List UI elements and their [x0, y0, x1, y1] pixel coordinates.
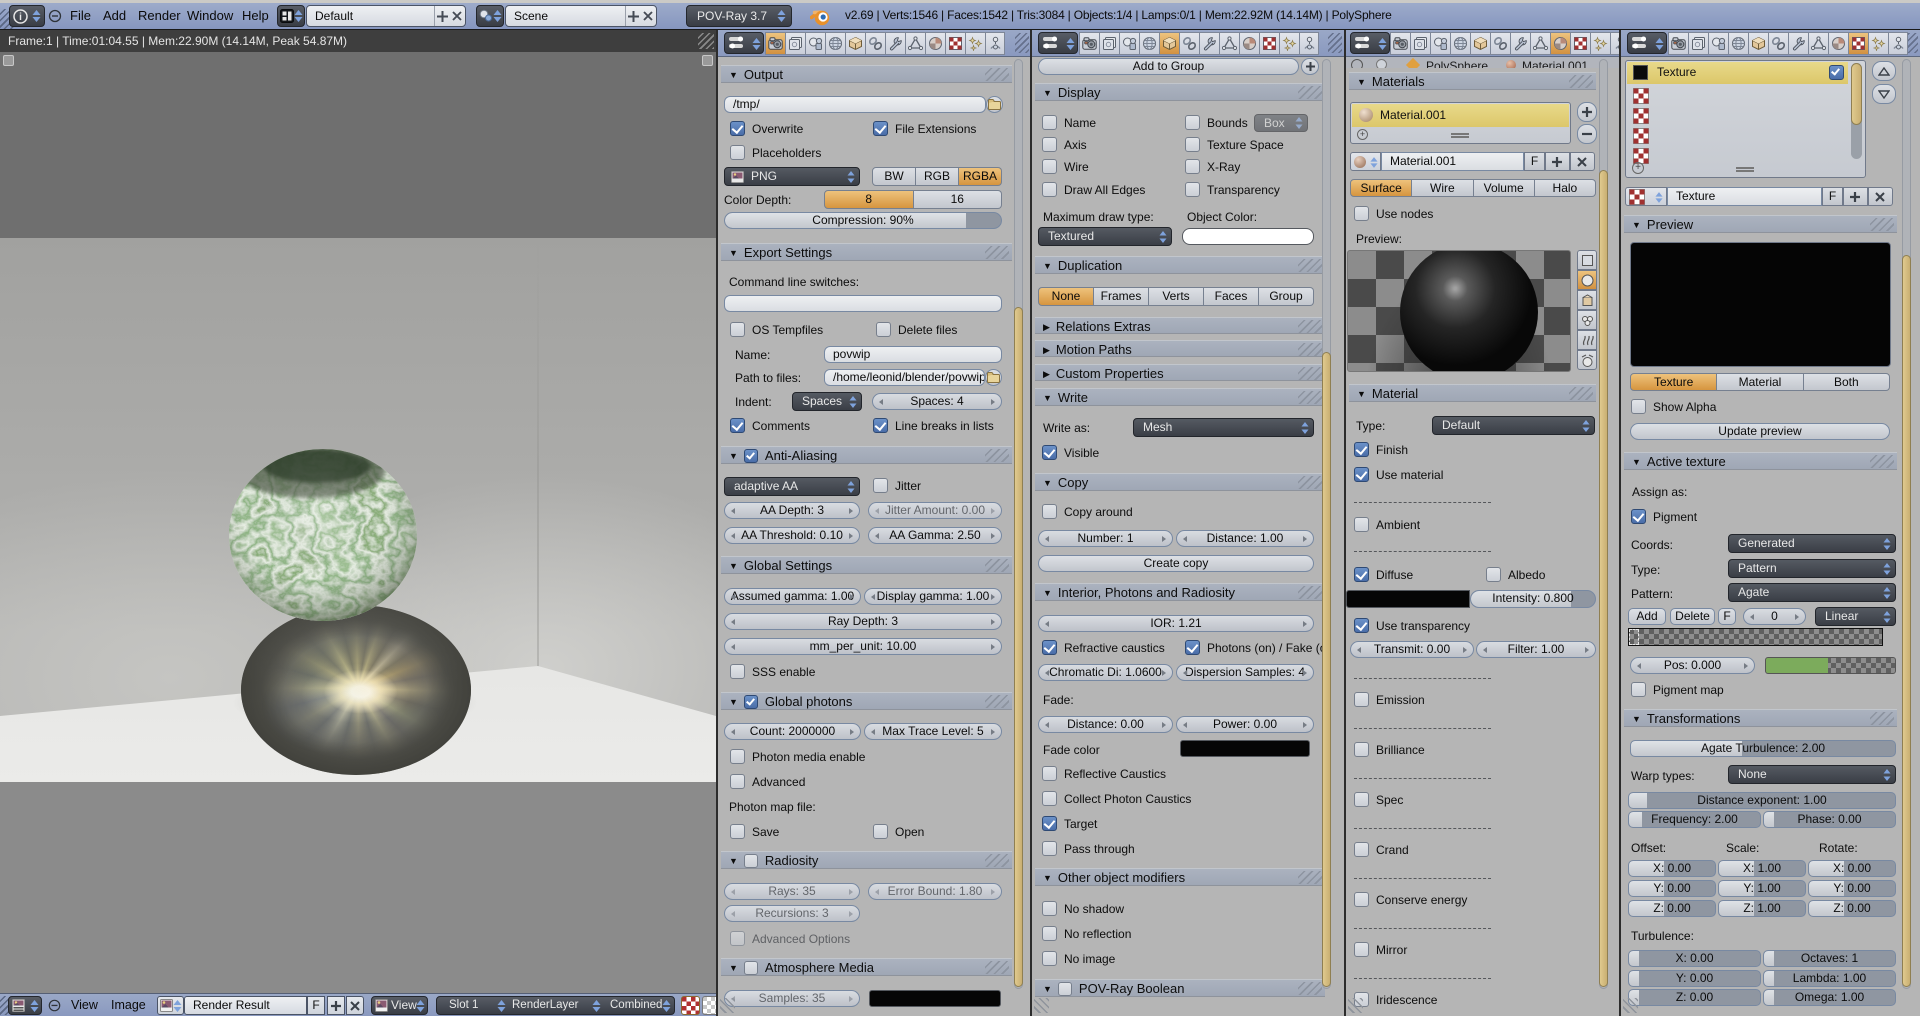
- svg-text:i: i: [19, 12, 22, 23]
